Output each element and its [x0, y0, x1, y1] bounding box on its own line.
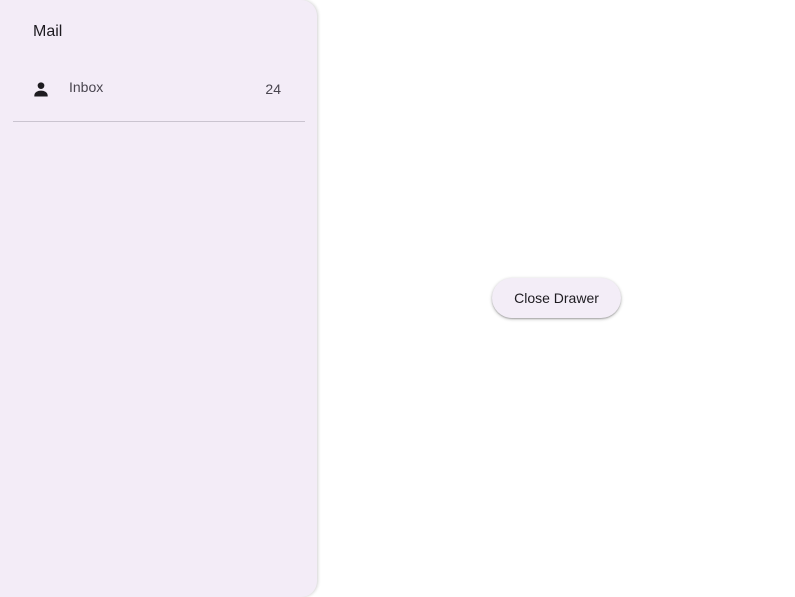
- drawer-title: Mail: [33, 23, 63, 40]
- person-icon: [34, 82, 48, 97]
- app-window: Mail Inbox 24 Close Drawer: [0, 0, 795, 597]
- drawer-divider: [13, 121, 305, 122]
- close-drawer-button[interactable]: Close Drawer: [492, 278, 621, 318]
- inbox-count-badge: 24: [265, 81, 281, 97]
- drawer-item-inbox[interactable]: Inbox 24: [13, 68, 305, 110]
- drawer-item-label: Inbox: [69, 79, 104, 95]
- navigation-drawer: Mail Inbox 24: [0, 0, 317, 597]
